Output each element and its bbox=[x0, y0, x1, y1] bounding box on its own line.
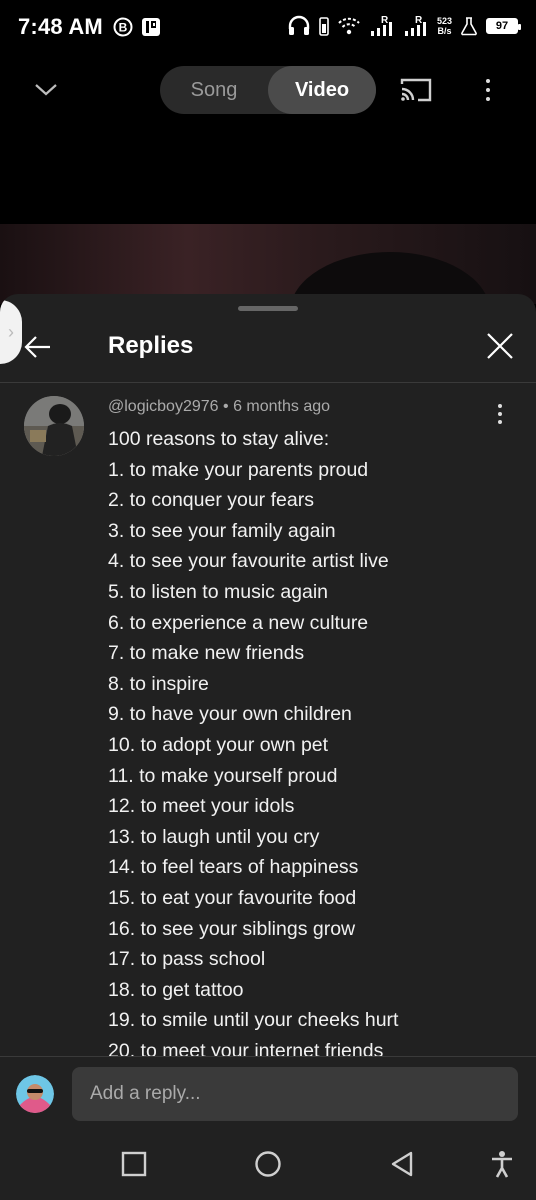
net-speed: 523 B/s bbox=[437, 16, 452, 36]
comment-line: 100 reasons to stay alive: bbox=[108, 428, 330, 450]
battery-icon: 97 bbox=[486, 18, 521, 34]
comment-line: 13. to laugh until you cry bbox=[108, 825, 320, 848]
collapse-button[interactable] bbox=[30, 76, 62, 104]
avatar-image bbox=[24, 396, 84, 456]
comment: @logicboy2976 • 6 months ago 100 reasons… bbox=[0, 392, 536, 1056]
comment-time: 6 months ago bbox=[233, 398, 331, 415]
accessibility-icon bbox=[492, 1151, 512, 1178]
dot bbox=[486, 88, 490, 92]
svg-text:B: B bbox=[119, 21, 128, 35]
signal-r-icon: R bbox=[370, 15, 392, 36]
flask-icon bbox=[461, 17, 477, 36]
status-time: 7:48 AM bbox=[18, 14, 103, 39]
toggle-video[interactable]: Video bbox=[268, 66, 376, 114]
recents-button[interactable] bbox=[116, 1146, 152, 1182]
comment-line: 19. to smile until your cheeks hurt bbox=[108, 1009, 399, 1032]
svg-text:R: R bbox=[415, 15, 423, 26]
reply-bar bbox=[0, 1056, 536, 1128]
cast-button[interactable] bbox=[398, 76, 434, 104]
drag-handle[interactable] bbox=[238, 306, 298, 311]
dot bbox=[498, 404, 502, 408]
meta-separator: • bbox=[223, 398, 229, 415]
parking-icon bbox=[141, 18, 160, 36]
comment-line: 7. to make new friends bbox=[108, 642, 305, 665]
reply-input[interactable] bbox=[72, 1067, 518, 1121]
arrow-left-icon bbox=[24, 336, 50, 358]
replies-sheet: › Replies @logicboy2976 • 6 months ago 1… bbox=[0, 294, 536, 1200]
comment-line: 3. to see your family again bbox=[108, 519, 336, 542]
user-avatar-image bbox=[16, 1075, 54, 1113]
back-button[interactable] bbox=[22, 332, 52, 362]
dot bbox=[486, 97, 490, 101]
circle-icon bbox=[255, 1151, 281, 1177]
square-icon bbox=[121, 1151, 147, 1177]
cast-icon bbox=[400, 78, 432, 102]
svg-text:R: R bbox=[381, 15, 389, 26]
system-nav-bar bbox=[0, 1128, 536, 1200]
signal-r-icon: R bbox=[404, 15, 426, 36]
comment-line: 12. to meet your idols bbox=[108, 795, 295, 818]
comment-line: 11. to make yourself proud bbox=[108, 764, 338, 787]
net-speed-value: 523 bbox=[436, 16, 452, 26]
b-circle-icon: B bbox=[113, 17, 133, 37]
comment-line: 6. to experience a new culture bbox=[108, 611, 369, 634]
dot bbox=[486, 79, 490, 83]
comment-line: 4. to see your favourite artist live bbox=[108, 550, 389, 573]
status-bar: 7:48 AM B R R 523 B/s 97 bbox=[0, 0, 536, 54]
video-frame[interactable] bbox=[0, 224, 536, 304]
comment-line: 10. to adopt your own pet bbox=[108, 733, 329, 756]
player-header: Song Video bbox=[0, 54, 536, 126]
comment-line: 17. to pass school bbox=[108, 948, 266, 971]
wifi-icon bbox=[338, 17, 360, 35]
net-speed-unit: B/s bbox=[437, 26, 452, 36]
comment-line: 15. to eat your favourite food bbox=[108, 886, 357, 909]
status-right: R R 523 B/s 97 bbox=[287, 14, 521, 38]
comment-line: 5. to listen to music again bbox=[108, 580, 329, 603]
divider bbox=[0, 382, 536, 383]
comment-meta: @logicboy2976 • 6 months ago bbox=[108, 398, 330, 416]
toggle-song[interactable]: Song bbox=[160, 66, 268, 114]
comment-line: 20. to meet your internet friends bbox=[108, 1039, 384, 1056]
triangle-back-icon bbox=[391, 1151, 413, 1177]
back-nav-button[interactable] bbox=[384, 1146, 420, 1182]
more-options-button[interactable] bbox=[478, 74, 498, 106]
comment-line: 9. to have your own children bbox=[108, 703, 352, 726]
comment-line: 18. to get tattoo bbox=[108, 978, 244, 1001]
comment-author[interactable]: @logicboy2976 bbox=[108, 398, 219, 415]
accessibility-button[interactable] bbox=[484, 1146, 520, 1182]
comment-line: 1. to make your parents proud bbox=[108, 458, 369, 481]
sheet-title: Replies bbox=[108, 332, 194, 359]
status-left-icons: B bbox=[113, 17, 161, 37]
screen: 7:48 AM B R R 523 B/s 97 Song Video › Re… bbox=[0, 0, 536, 1200]
comment-body: 100 reasons to stay alive: 1. to make yo… bbox=[108, 424, 518, 1056]
phone-battery-icon bbox=[319, 17, 329, 36]
close-icon bbox=[487, 333, 513, 359]
sheet-header: Replies bbox=[0, 316, 536, 382]
comment-line: 8. to inspire bbox=[108, 672, 209, 695]
avatar[interactable] bbox=[24, 396, 84, 456]
close-button[interactable] bbox=[484, 330, 516, 362]
comment-line: 2. to conquer your fears bbox=[108, 489, 314, 512]
comment-line: 16. to see your siblings grow bbox=[108, 917, 356, 940]
home-button[interactable] bbox=[250, 1146, 286, 1182]
headphones-icon bbox=[288, 15, 310, 35]
chevron-down-icon bbox=[35, 84, 57, 96]
dot bbox=[498, 412, 502, 416]
comment-line: 14. to feel tears of happiness bbox=[108, 856, 359, 879]
user-avatar[interactable] bbox=[16, 1075, 54, 1113]
song-video-toggle: Song Video bbox=[160, 66, 376, 114]
